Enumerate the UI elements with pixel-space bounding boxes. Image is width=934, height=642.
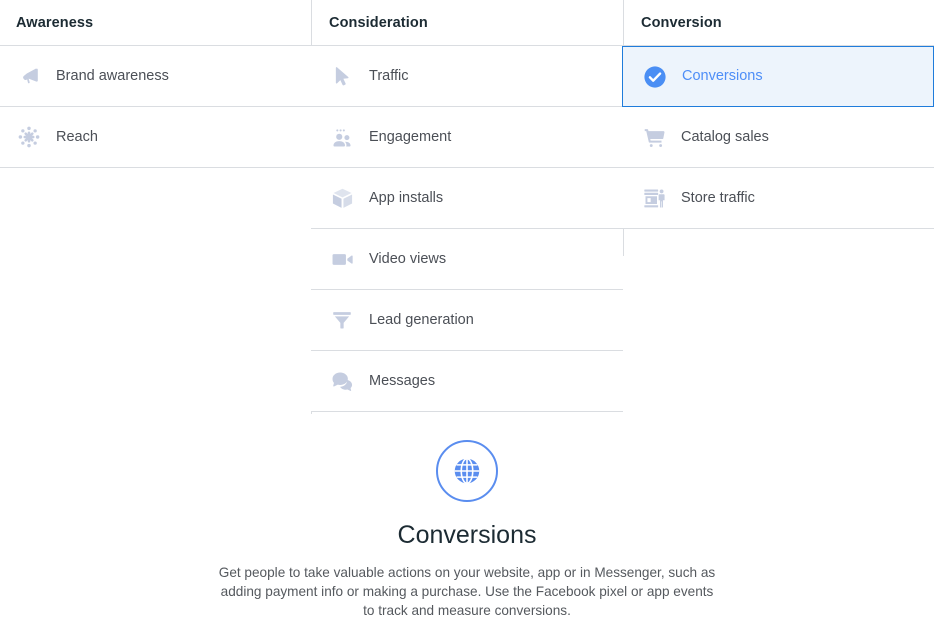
column-header-conversion: Conversion: [623, 0, 934, 46]
objective-item-label: Catalog sales: [681, 128, 769, 145]
detail-title: Conversions: [397, 521, 537, 549]
people-group-icon: [329, 124, 355, 150]
video-camera-icon: [329, 246, 355, 272]
objective-item-label: Conversions: [682, 68, 763, 85]
column-header-awareness: Awareness: [0, 0, 311, 46]
globe-icon: [436, 440, 498, 502]
objective-item-traffic[interactable]: Traffic: [311, 46, 623, 107]
objective-item-reach[interactable]: Reach: [0, 107, 311, 168]
objective-item-app-installs[interactable]: App installs: [311, 168, 623, 229]
column-header-consideration: Consideration: [311, 0, 623, 46]
box-cube-icon: [329, 185, 355, 211]
check-circle-icon: [642, 64, 668, 90]
shopping-cart-icon: [641, 124, 667, 150]
objective-item-conversions[interactable]: Conversions: [622, 46, 934, 107]
objective-item-label: Messages: [369, 372, 436, 389]
funnel-icon: [329, 307, 355, 333]
campaign-objective-grid: Awareness Brand awareness Reach Consider…: [0, 0, 934, 414]
objective-column-conversion: Conversion Conversions Catalog sales Sto…: [622, 0, 934, 256]
objective-item-brand-awareness[interactable]: Brand awareness: [0, 46, 311, 107]
objective-list-awareness: Brand awareness Reach: [0, 46, 311, 168]
objective-column-consideration: Consideration Traffic Engagement App ins…: [311, 0, 623, 414]
objective-item-lead-generation[interactable]: Lead generation: [311, 290, 623, 351]
reach-burst-icon: [16, 124, 42, 150]
objective-item-label: Engagement: [369, 128, 452, 145]
detail-description: Get people to take valuable actions on y…: [218, 564, 716, 618]
objective-item-engagement[interactable]: Engagement: [311, 107, 623, 168]
objective-list-consideration: Traffic Engagement App installs Video vi…: [311, 46, 623, 412]
objective-item-catalog-sales[interactable]: Catalog sales: [623, 107, 934, 168]
speech-bubbles-icon: [329, 368, 355, 394]
objective-item-label: Traffic: [369, 67, 409, 84]
objective-detail-panel: Conversions Get people to take valuable …: [0, 440, 934, 620]
objective-item-label: Reach: [56, 128, 98, 145]
objective-item-label: Video views: [369, 250, 447, 267]
objective-item-label: Brand awareness: [56, 67, 169, 84]
objective-list-conversion: Conversions Catalog sales Store traffic: [622, 46, 934, 229]
objective-item-messages[interactable]: Messages: [311, 351, 623, 412]
objective-column-awareness: Awareness Brand awareness Reach: [0, 0, 311, 168]
objective-item-store-traffic[interactable]: Store traffic: [623, 168, 934, 229]
objective-item-video-views[interactable]: Video views: [311, 229, 623, 290]
storefront-icon: [641, 185, 667, 211]
objective-item-label: Lead generation: [369, 311, 474, 328]
megaphone-icon: [16, 63, 42, 89]
cursor-arrow-icon: [329, 63, 355, 89]
objective-item-label: App installs: [369, 189, 444, 206]
objective-item-label: Store traffic: [681, 189, 755, 206]
